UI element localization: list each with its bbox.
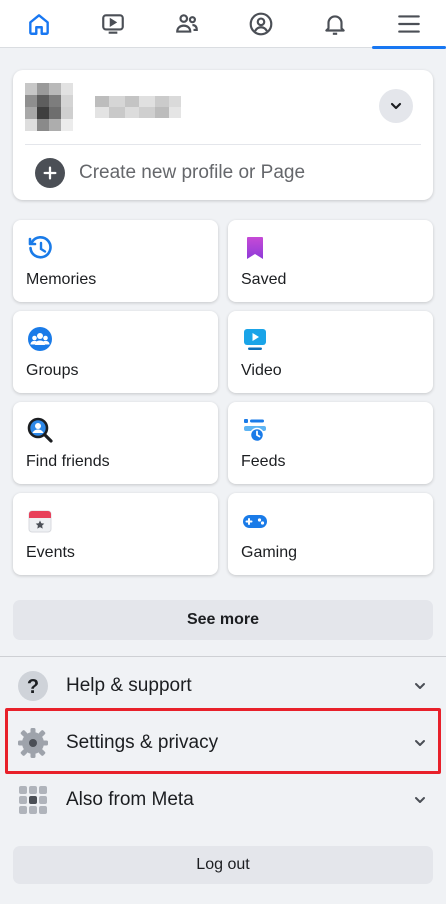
memories-clock-icon <box>28 236 52 259</box>
create-profile-row[interactable]: Create new profile or Page <box>13 145 433 200</box>
menu-settings-privacy[interactable]: Settings & privacy <box>0 715 446 771</box>
hamburger-icon <box>398 15 420 33</box>
shortcut-groups[interactable]: Groups <box>13 311 218 393</box>
section-divider <box>0 656 446 657</box>
profile-name-redacted <box>95 96 185 118</box>
plus-icon <box>35 157 65 188</box>
menu-label: Settings & privacy <box>66 732 219 753</box>
expand-profiles-button[interactable] <box>379 89 413 123</box>
video-icon <box>102 14 124 34</box>
profile-card: Create new profile or Page <box>13 70 433 200</box>
gaming-controller-icon <box>243 515 267 528</box>
top-nav-bar <box>0 0 446 49</box>
shortcut-video[interactable]: Video <box>228 311 433 393</box>
shortcut-label: Gaming <box>241 544 298 561</box>
help-icon: ? <box>16 669 50 703</box>
chevron-down-icon <box>410 676 430 696</box>
feeds-icon <box>244 419 266 443</box>
shortcut-gaming[interactable]: Gaming <box>228 493 433 575</box>
nav-menu-tab[interactable] <box>372 0 446 49</box>
shortcut-saved[interactable]: Saved <box>228 220 433 302</box>
home-icon <box>29 14 49 35</box>
events-calendar-icon <box>28 510 52 533</box>
create-profile-label: Create new profile or Page <box>79 161 306 183</box>
svg-text:?: ? <box>27 676 39 698</box>
shortcut-label: Memories <box>26 271 97 288</box>
shortcut-label: Saved <box>241 271 287 288</box>
video-play-icon <box>244 329 266 350</box>
nav-friends-tab[interactable] <box>150 0 224 48</box>
menu-help-support[interactable]: ? Help & support <box>0 658 446 714</box>
shortcut-feeds[interactable]: Feeds <box>228 402 433 484</box>
shortcut-find-friends[interactable]: Find friends <box>13 402 218 484</box>
shortcut-memories[interactable]: Memories <box>13 220 218 302</box>
chevron-down-icon <box>390 102 402 110</box>
shortcut-label: Events <box>26 544 75 561</box>
groups-icon <box>28 327 52 351</box>
shortcut-label: Find friends <box>26 453 110 470</box>
logout-button[interactable]: Log out <box>13 846 433 884</box>
shortcut-events[interactable]: Events <box>13 493 218 575</box>
profile-icon <box>249 12 273 36</box>
bell-icon <box>325 15 345 35</box>
chevron-down-icon <box>410 733 430 753</box>
find-friends-icon <box>27 417 53 443</box>
nav-profile-tab[interactable] <box>224 0 298 48</box>
avatar <box>25 83 85 131</box>
shortcut-label: Groups <box>26 362 79 379</box>
nav-home-tab[interactable] <box>2 0 76 48</box>
profile-switcher-row[interactable] <box>13 70 433 144</box>
grid-apps-icon <box>16 783 50 817</box>
chevron-down-icon <box>410 790 430 810</box>
nav-notifications-tab[interactable] <box>298 0 372 48</box>
settings-gear-icon <box>16 726 50 760</box>
shortcut-label: Video <box>241 362 282 379</box>
saved-bookmark-icon <box>247 237 263 259</box>
nav-watch-tab[interactable] <box>76 0 150 48</box>
shortcut-label: Feeds <box>241 453 286 470</box>
menu-label: Also from Meta <box>66 789 194 810</box>
see-more-button[interactable]: See more <box>13 600 433 640</box>
menu-label: Help & support <box>66 675 192 696</box>
friends-icon <box>176 14 198 33</box>
menu-also-from-meta[interactable]: Also from Meta <box>0 772 446 828</box>
